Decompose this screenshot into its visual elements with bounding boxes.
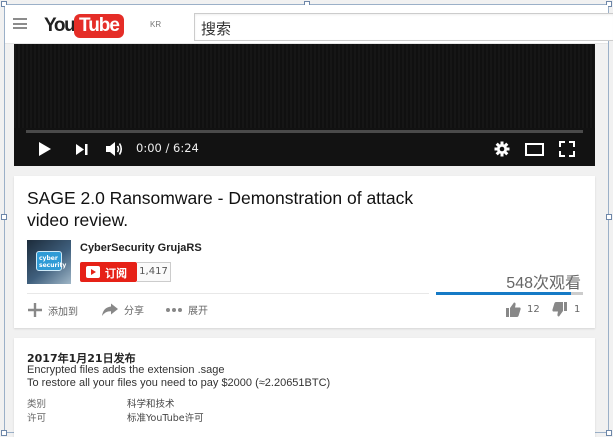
- meta-value-category[interactable]: 科学和技术: [127, 396, 175, 410]
- settings-gear-icon[interactable]: [494, 141, 510, 157]
- thumbs-down-icon: [552, 302, 567, 317]
- next-icon[interactable]: [75, 143, 89, 156]
- like-button[interactable]: 12: [505, 302, 540, 317]
- progress-bar[interactable]: [26, 130, 583, 133]
- dislike-count: 1: [574, 304, 581, 315]
- logo-tube-text: Tube: [74, 14, 124, 38]
- channel-avatar[interactable]: cyber security: [27, 240, 71, 284]
- video-frame[interactable]: [14, 44, 595, 128]
- hamburger-menu-icon[interactable]: [13, 18, 27, 29]
- resize-handle-bottom-left[interactable]: [1, 430, 7, 436]
- dislike-button[interactable]: 1: [552, 302, 580, 317]
- fullscreen-icon[interactable]: [559, 141, 575, 157]
- avatar-logo-graphic: cyber security: [39, 255, 67, 269]
- resize-handle-left[interactable]: [1, 214, 7, 220]
- more-actions-button[interactable]: 展开: [165, 302, 208, 317]
- divider: [27, 293, 429, 294]
- plus-icon: [28, 303, 42, 317]
- more-dots-icon: [166, 307, 182, 312]
- theater-mode-icon[interactable]: [525, 143, 544, 156]
- video-info-card: SAGE 2.0 Ransomware - Demonstration of a…: [14, 176, 595, 328]
- meta-key-license: 许可: [27, 413, 47, 424]
- share-button[interactable]: 分享: [101, 302, 144, 317]
- view-count: 548次观看: [506, 275, 581, 292]
- add-to-label: 添加到: [48, 306, 78, 318]
- subscribe-label: 订阅: [105, 267, 127, 280]
- volume-icon[interactable]: [105, 141, 124, 157]
- search-placeholder: 搜索: [201, 20, 232, 38]
- more-actions-label: 展开: [188, 306, 208, 317]
- subscribe-button[interactable]: 订阅: [80, 262, 137, 282]
- description-line: To restore all your files you need to pa…: [27, 377, 331, 389]
- share-arrow-icon: [102, 303, 118, 316]
- youtube-play-icon: [86, 266, 100, 278]
- resize-handle-bottom-right[interactable]: [606, 430, 612, 436]
- thumbs-up-icon: [506, 302, 521, 317]
- description-card: 2017年1月21日发布 Encrypted files adds the ex…: [14, 338, 595, 437]
- resize-handle-right[interactable]: [606, 214, 612, 220]
- channel-name-link[interactable]: CyberSecurity GrujaRS: [80, 242, 202, 254]
- time-display: 0:00 / 6:24: [136, 141, 199, 155]
- avatar-shield-badge: cyber security: [36, 251, 66, 271]
- add-to-button[interactable]: 添加到: [27, 302, 78, 318]
- logo-you-text: You: [44, 15, 76, 36]
- region-code: KR: [150, 20, 162, 29]
- video-player[interactable]: 0:00 / 6:24: [14, 44, 595, 166]
- description-line: Encrypted files adds the extension .sage: [27, 364, 225, 376]
- like-count: 12: [527, 304, 540, 315]
- video-title: SAGE 2.0 Ransomware - Demonstration of a…: [27, 188, 414, 230]
- like-ratio-fill: [436, 292, 572, 295]
- meta-key-category: 类别: [27, 399, 47, 410]
- like-ratio-bar: [436, 292, 583, 295]
- masthead: You Tube KR 搜索: [5, 5, 613, 44]
- search-input[interactable]: 搜索: [194, 13, 613, 41]
- subscriber-count: 1,417: [137, 262, 171, 282]
- meta-value-license: 标准YouTube许可: [127, 413, 204, 424]
- play-icon[interactable]: [38, 141, 52, 157]
- share-label: 分享: [124, 306, 144, 317]
